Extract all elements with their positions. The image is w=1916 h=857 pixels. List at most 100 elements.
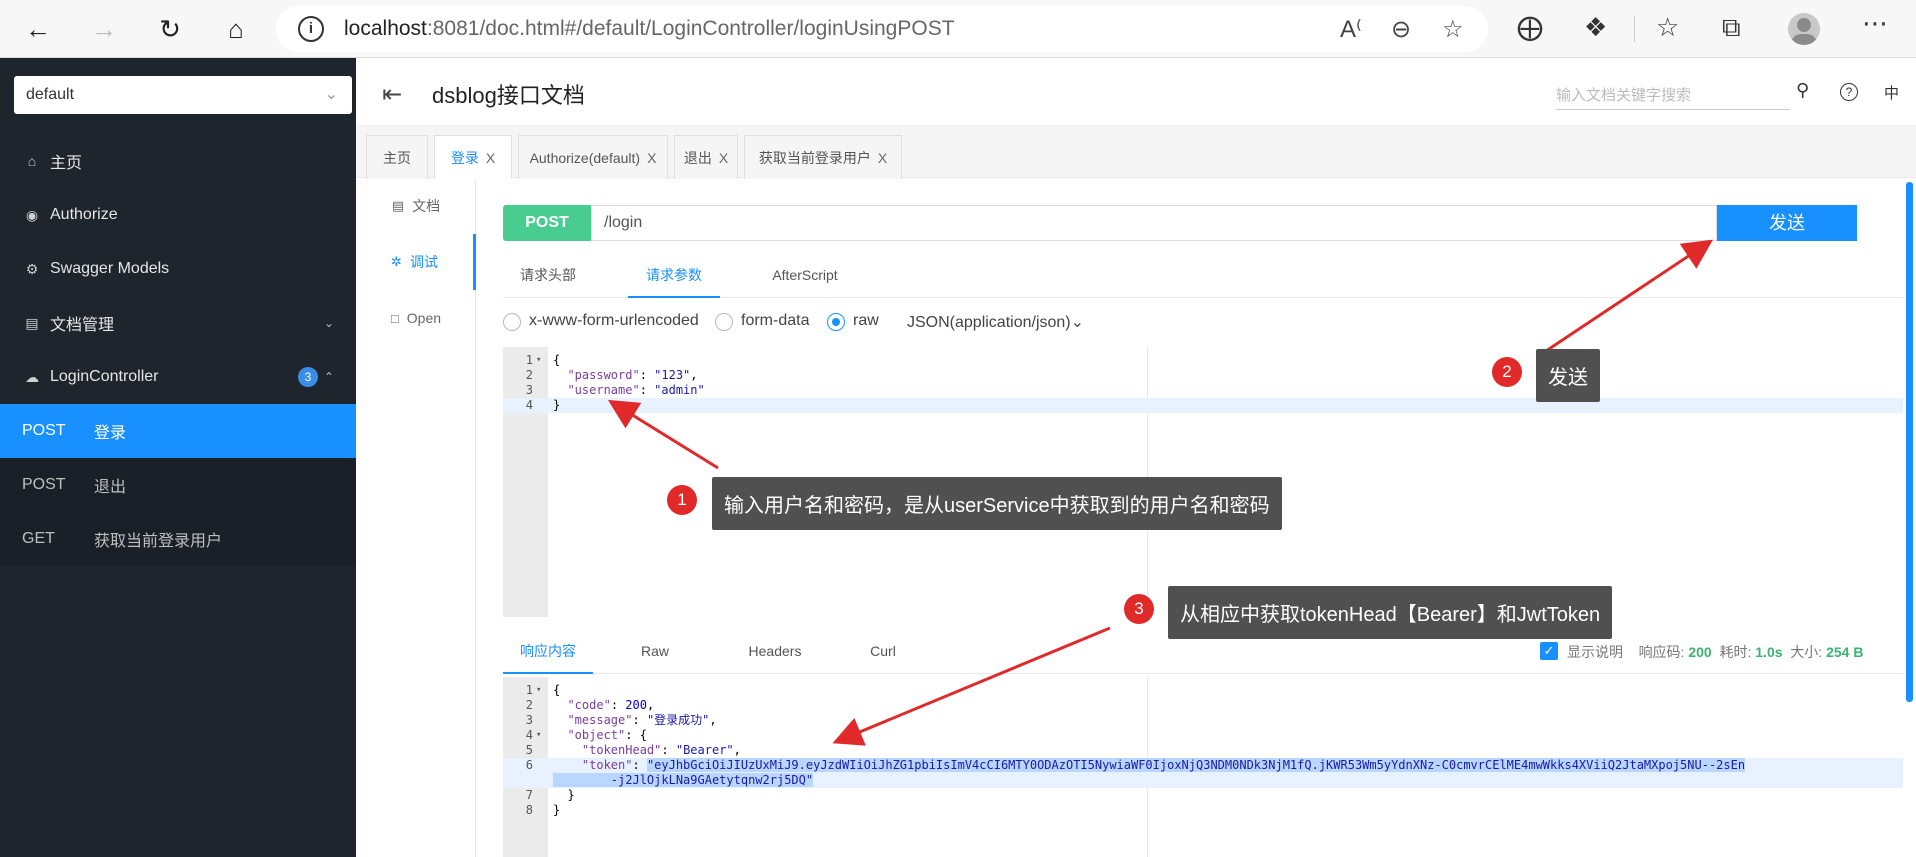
sidebar-item-home[interactable]: ⌂ 主页: [0, 134, 356, 188]
chevron-up-icon: ⌃: [323, 370, 334, 384]
tab-home[interactable]: 主页: [366, 135, 428, 179]
sidebar-api-login[interactable]: POST 登录: [0, 404, 356, 458]
more-menu-icon[interactable]: ⋯: [1862, 8, 1888, 39]
read-aloud-icon[interactable]: A⁽: [1340, 15, 1362, 44]
sidebar-api-current-user[interactable]: GET 获取当前登录用户: [0, 512, 356, 566]
favorite-add-icon[interactable]: ☆: [1442, 15, 1464, 44]
tab-authorize[interactable]: Authorize(default) X: [518, 135, 668, 179]
site-info-icon[interactable]: i: [298, 16, 324, 42]
fold-toggle-icon[interactable]: ▾: [536, 353, 541, 368]
code-token: :: [632, 713, 647, 727]
tab-response-raw[interactable]: Raw: [625, 632, 685, 674]
tab-request-headers[interactable]: 请求头部: [503, 256, 593, 298]
sidebar-item-label: 文档管理: [50, 317, 115, 334]
code-line: 5 "tokenHead": "Bearer",: [503, 743, 1903, 758]
sidebar-item-label: Authorize: [50, 206, 118, 223]
path-input[interactable]: /login: [591, 205, 1717, 241]
tab-response-curl[interactable]: Curl: [853, 632, 913, 674]
api-label: 登录: [94, 425, 127, 442]
sidebar-api-logout[interactable]: POST 退出: [0, 458, 356, 512]
code-text: "tokenHead": "Bearer",: [553, 743, 741, 758]
radio-label: raw: [853, 312, 879, 329]
close-icon[interactable]: X: [719, 150, 728, 166]
home-icon[interactable]: ⌂: [216, 9, 256, 49]
content-type-select[interactable]: JSON(application/json)⌄: [907, 312, 1084, 332]
tab-login[interactable]: 登录 X: [434, 135, 512, 179]
code-token: {: [553, 683, 561, 697]
close-icon[interactable]: X: [486, 150, 495, 166]
request-tabs: 请求头部 请求参数 AfterScript: [503, 256, 1903, 298]
sidebar-item-label: Swagger Models: [50, 260, 170, 277]
menu-collapse-icon[interactable]: ⇤: [382, 80, 402, 109]
page-title: dsblog接口文档: [432, 83, 585, 108]
tab-label: 获取当前登录用户: [758, 149, 871, 166]
forward-arrow-icon[interactable]: →: [84, 9, 124, 49]
method-badge: POST: [503, 205, 591, 241]
radio-form-data[interactable]: [715, 313, 733, 331]
vertical-scrollbar[interactable]: [1906, 182, 1913, 702]
code-token: "123": [654, 368, 691, 382]
vtab-debug[interactable]: ✲ 调试: [356, 234, 476, 290]
language-switch[interactable]: 中: [1884, 82, 1899, 103]
code-line: 3 "username": "admin": [503, 383, 1903, 398]
toolbar-divider: [1634, 16, 1635, 42]
vtab-open[interactable]: □ Open: [356, 290, 476, 346]
back-arrow-icon[interactable]: ←: [18, 9, 58, 49]
radio-raw[interactable]: [827, 313, 845, 331]
radio-urlencoded[interactable]: [503, 313, 521, 331]
group-select[interactable]: default ⌄: [14, 76, 352, 114]
page-tab-strip: 主页 登录 X Authorize(default) X 退出 X 获取当前登录用户 X: [356, 126, 1916, 179]
home-icon: ⌂: [27, 153, 37, 169]
address-bar[interactable]: i localhost:8081/doc.html#/default/Login…: [276, 6, 1488, 52]
vtab-label: Open: [406, 310, 442, 326]
profile-avatar[interactable]: [1788, 13, 1820, 45]
tab-response-content[interactable]: 响应内容: [503, 632, 593, 674]
code-token: }: [553, 398, 561, 412]
close-icon[interactable]: X: [647, 150, 656, 166]
tab-response-headers[interactable]: Headers: [735, 632, 815, 674]
close-icon[interactable]: X: [878, 150, 887, 166]
fold-toggle-icon[interactable]: ▾: [536, 683, 541, 698]
search-input[interactable]: 输入文档关键字搜索: [1556, 76, 1790, 110]
sidebar-item-login-controller[interactable]: ☁ LoginController 3 ⌃: [0, 350, 356, 404]
gear-icon: ⚙: [25, 260, 39, 277]
tab-logout[interactable]: 退出 X: [674, 135, 738, 179]
vtab-label: 文档: [412, 198, 441, 214]
show-description-label: 显示说明: [1567, 644, 1623, 660]
extension-icon[interactable]: ⨁: [1517, 12, 1543, 43]
help-icon[interactable]: ?: [1840, 83, 1858, 101]
code-line: 8}: [503, 803, 1903, 818]
tab-request-params[interactable]: 请求参数: [628, 256, 720, 298]
code-line: 4 ▾ "object": {: [503, 728, 1903, 743]
chevron-down-icon: ⌄: [323, 316, 334, 330]
line-number: 2: [525, 698, 533, 712]
fold-toggle-icon[interactable]: ▾: [536, 728, 541, 743]
code-text: "username": "admin": [553, 383, 704, 398]
document-icon: ▤: [391, 198, 405, 213]
line-number: 4: [525, 398, 533, 412]
tab-after-script[interactable]: AfterScript: [757, 256, 853, 298]
tab-current-user[interactable]: 获取当前登录用户 X: [744, 135, 902, 179]
code-token: : {: [625, 728, 647, 742]
zoom-out-icon[interactable]: ⊖: [1391, 15, 1411, 44]
collections-icon[interactable]: ⧉: [1722, 12, 1741, 44]
group-select-value: default: [26, 86, 75, 103]
time-label: 耗时:: [1719, 644, 1752, 660]
send-button[interactable]: 发送: [1717, 205, 1857, 241]
count-badge: 3: [298, 367, 318, 387]
favorites-icon[interactable]: ☆: [1656, 12, 1679, 43]
refresh-icon[interactable]: ↻: [150, 9, 190, 49]
code-token: }: [553, 803, 561, 817]
sidebar-item-swagger-models[interactable]: ⚙ Swagger Models: [0, 242, 356, 296]
sidebar: default ⌄ ⌂ 主页 ◉ Authorize ⚙ Swagger Mod…: [0, 58, 356, 857]
show-description-checkbox[interactable]: ✓: [1540, 642, 1558, 660]
response-body-editor[interactable]: 1 ▾{2 "code": 200, 3 "message": "登录成功", 4 ▾ …: [503, 677, 1903, 857]
search-icon[interactable]: ⚲: [1796, 80, 1809, 101]
puzzle-icon[interactable]: ❖: [1584, 12, 1607, 43]
tab-label: 退出: [683, 149, 712, 166]
vtab-doc[interactable]: ▤ 文档: [356, 178, 476, 234]
code-token: ,: [646, 698, 655, 712]
sidebar-item-doc-manage[interactable]: ▤ 文档管理 ⌄: [0, 296, 356, 350]
sidebar-item-authorize[interactable]: ◉ Authorize: [0, 188, 356, 242]
